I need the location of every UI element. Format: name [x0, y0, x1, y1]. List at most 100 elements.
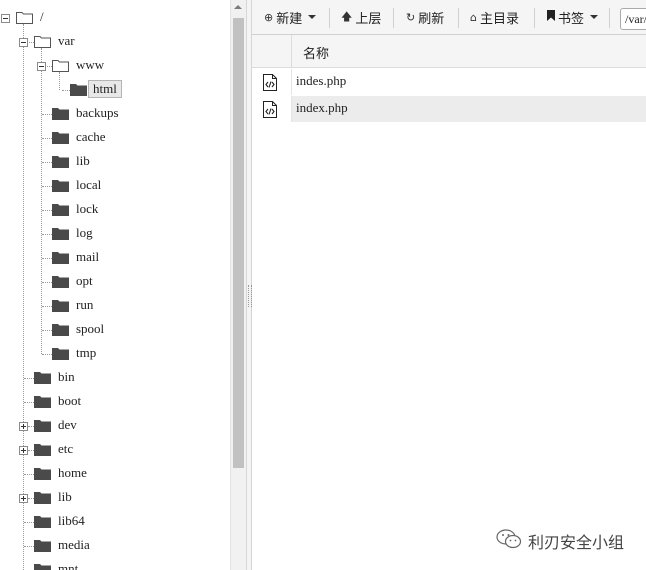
folder-icon — [52, 251, 69, 264]
tree-node-bin[interactable]: bin — [0, 366, 230, 390]
tree-node-local[interactable]: local — [0, 174, 230, 198]
new-button-label: 新建 — [276, 10, 303, 26]
file-row[interactable]: indes.php — [252, 69, 646, 95]
tree-node-label: spool — [76, 321, 105, 336]
toolbar: ⊕ 新建 🡅 上层 ↻ 刷新 ⌂ 主目录 书签 — [252, 0, 646, 35]
tree-node-opt[interactable]: opt — [0, 270, 230, 294]
tree-node-spool[interactable]: spool — [0, 318, 230, 342]
path-input[interactable] — [620, 8, 646, 30]
folder-icon — [34, 539, 51, 552]
tree-node-lib[interactable]: lib — [0, 486, 230, 510]
folder-icon — [52, 179, 69, 192]
tree-node-label: local — [76, 177, 102, 192]
file-list-pane: ⊕ 新建 🡅 上层 ↻ 刷新 ⌂ 主目录 书签 /var/www/html 名称… — [252, 0, 646, 570]
tree-node-lib[interactable]: lib — [0, 150, 230, 174]
open-folder-icon — [16, 11, 33, 24]
name-column-header[interactable]: 名称 — [303, 43, 329, 62]
refresh-button-label: 刷新 — [418, 10, 445, 26]
tree-node-www[interactable]: www — [0, 54, 230, 78]
folder-icon — [52, 275, 69, 288]
tree-node-label: lock — [76, 201, 99, 216]
refresh-button[interactable]: ↻ 刷新 — [406, 6, 444, 28]
tree-node-home[interactable]: home — [0, 462, 230, 486]
toolbar-divider — [393, 8, 394, 28]
folder-icon — [34, 563, 51, 570]
bookmark-button[interactable]: 书签 — [547, 6, 599, 28]
scrollbar-thumb[interactable] — [233, 18, 244, 468]
collapse-toggle-icon[interactable] — [1, 14, 10, 23]
expand-toggle-icon[interactable] — [19, 446, 28, 455]
tree-node-label: home — [58, 465, 87, 480]
folder-icon — [52, 347, 69, 360]
tree-node-label: www — [76, 57, 105, 72]
file-icon-cell — [252, 69, 292, 95]
tree-node-etc[interactable]: etc — [0, 438, 230, 462]
file-name: indes.php — [296, 73, 347, 88]
tree-node-label: log — [76, 225, 93, 240]
folder-icon — [34, 515, 51, 528]
tree-node-media[interactable]: media — [0, 534, 230, 558]
folder-icon — [34, 443, 51, 456]
tree-node-label: lib — [76, 153, 90, 168]
refresh-icon: ↻ — [406, 10, 416, 24]
tree-node-mail[interactable]: mail — [0, 246, 230, 270]
tree-node-run[interactable]: run — [0, 294, 230, 318]
tree-node-mnt[interactable]: mnt — [0, 558, 230, 570]
tree-node-label: opt — [76, 273, 93, 288]
tree-node-dev[interactable]: dev — [0, 414, 230, 438]
file-name: index.php — [296, 100, 348, 115]
home-directory-button[interactable]: ⌂ 主目录 — [470, 6, 519, 28]
file-list-header: 名称 — [252, 35, 646, 68]
tree-node-label: lib64 — [58, 513, 85, 528]
file-row[interactable]: index.php — [252, 96, 646, 122]
watermark: 利刃安全小组 — [496, 529, 624, 553]
scroll-up-arrow-icon[interactable] — [234, 5, 242, 9]
new-button[interactable]: ⊕ 新建 — [264, 6, 317, 28]
toolbar-divider — [609, 8, 610, 28]
tree-node-boot[interactable]: boot — [0, 390, 230, 414]
tree-node-label: / — [40, 9, 44, 24]
folder-icon — [52, 299, 69, 312]
tree-node-label: media — [58, 537, 90, 552]
up-level-button[interactable]: 🡅 上层 — [341, 6, 381, 28]
tree-node-label: tmp — [76, 345, 97, 360]
collapse-toggle-icon[interactable] — [37, 62, 46, 71]
tree-node-lock[interactable]: lock — [0, 198, 230, 222]
tree-node-label-selected: html — [88, 80, 122, 98]
tree-node-root[interactable]: / — [0, 6, 230, 30]
icon-column-header — [252, 35, 292, 67]
tree-node-label: mail — [76, 249, 100, 264]
folder-icon — [34, 491, 51, 504]
open-folder-icon — [52, 59, 69, 72]
tree-scrollbar[interactable] — [230, 0, 246, 570]
folder-icon — [34, 371, 51, 384]
folder-icon — [34, 419, 51, 432]
tree-node-label: backups — [76, 105, 119, 120]
tree-node-label: mnt — [58, 561, 79, 570]
expand-toggle-icon[interactable] — [19, 494, 28, 503]
tree-node-label: boot — [58, 393, 82, 408]
tree-node-label: dev — [58, 417, 77, 432]
tree-node-backups[interactable]: backups — [0, 102, 230, 126]
tree-node-lib64[interactable]: lib64 — [0, 510, 230, 534]
wechat-icon — [496, 529, 528, 553]
tree-node-html[interactable]: html — [0, 78, 230, 102]
folder-icon — [52, 203, 69, 216]
expand-toggle-icon[interactable] — [19, 422, 28, 431]
folder-icon — [52, 131, 69, 144]
code-file-icon — [263, 101, 277, 123]
folder-icon — [52, 155, 69, 168]
code-file-icon — [263, 74, 277, 96]
home-directory-button-label: 主目录 — [479, 10, 519, 26]
tree-node-cache[interactable]: cache — [0, 126, 230, 150]
plus-circle-icon: ⊕ — [264, 10, 274, 24]
tree-node-var[interactable]: var — [0, 30, 230, 54]
chevron-down-icon — [308, 15, 317, 19]
tree-node-tmp[interactable]: tmp — [0, 342, 230, 366]
tree-node-log[interactable]: log — [0, 222, 230, 246]
bookmark-icon — [547, 10, 555, 24]
collapse-toggle-icon[interactable] — [19, 38, 28, 47]
up-level-button-label: 上层 — [355, 10, 382, 26]
folder-icon — [52, 107, 69, 120]
folder-icon — [70, 83, 87, 96]
